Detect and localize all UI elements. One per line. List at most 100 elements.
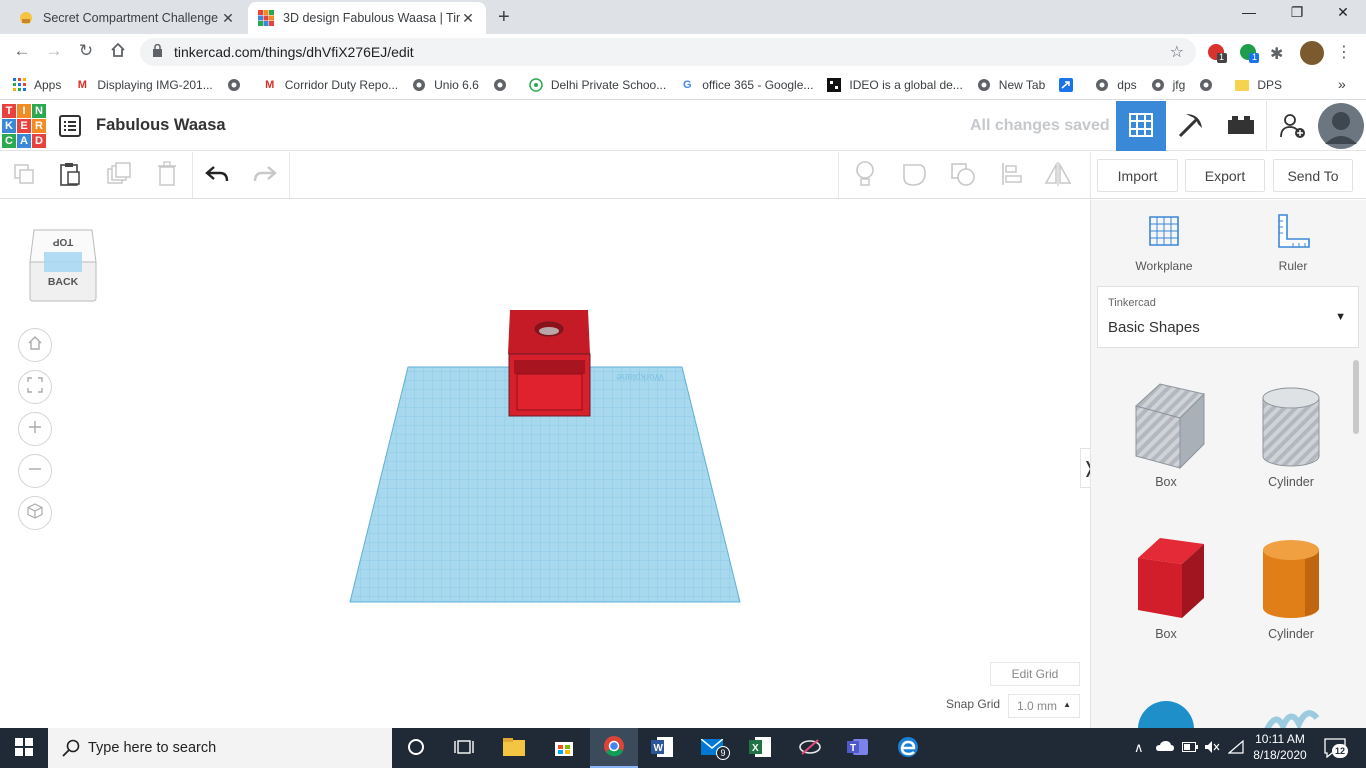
bookmark-ideo[interactable]: IDEO is a global de...	[827, 77, 963, 92]
import-button[interactable]: Import	[1097, 159, 1178, 192]
chrome-menu-icon[interactable]: ⋮	[1336, 42, 1352, 62]
back-icon[interactable]: ←	[10, 41, 34, 63]
shape-cylinder-solid[interactable]: Cylinder	[1241, 534, 1341, 641]
show-hidden-icons-button[interactable]: ∧	[1134, 740, 1144, 756]
bookmark-globe[interactable]	[493, 78, 515, 92]
close-window-button[interactable]: ✕	[1320, 4, 1366, 28]
ruler-tool[interactable]: Ruler	[1253, 212, 1333, 273]
workplane-watermark: Workplane	[616, 371, 664, 382]
tab-tinkercad-design[interactable]: 3D design Fabulous Waasa | Tink ✕	[248, 2, 486, 34]
volume-muted-icon[interactable]	[1204, 740, 1220, 757]
store-button[interactable]	[540, 728, 588, 768]
paste-button[interactable]	[55, 160, 85, 190]
extension-red-icon[interactable]: 1	[1206, 42, 1228, 64]
ungroup-button[interactable]	[948, 160, 978, 190]
edit-grid-button[interactable]: Edit Grid	[990, 662, 1080, 686]
shape-box-solid[interactable]: Box	[1116, 534, 1216, 641]
edge-button[interactable]	[884, 728, 932, 768]
bookmark-new-tab[interactable]: New Tab	[977, 78, 1045, 92]
bookmark-globe[interactable]	[1199, 78, 1221, 92]
tab-secret-compartment[interactable]: Secret Compartment Challenge - ✕	[8, 2, 246, 34]
cortana-button[interactable]	[392, 728, 440, 768]
wifi-icon[interactable]	[1227, 739, 1244, 757]
design-title[interactable]: Fabulous Waasa	[96, 116, 226, 135]
align-button[interactable]	[997, 160, 1027, 190]
duplicate-button[interactable]	[104, 160, 134, 190]
bookmark-arrow[interactable]	[1059, 77, 1081, 92]
onedrive-icon[interactable]	[1156, 740, 1174, 755]
delete-button[interactable]	[152, 160, 182, 190]
design-list-icon[interactable]	[58, 114, 82, 141]
tinkercad-favicon-icon	[258, 10, 274, 26]
shapes-panel: Workplane Ruler Tinkercad Basic Shapes ▼…	[1090, 200, 1366, 728]
bookmark-dps-folder[interactable]: DPS	[1235, 78, 1282, 92]
taskbar-clock[interactable]: 10:11 AM 8/18/2020	[1250, 731, 1310, 763]
workplane-tool[interactable]: Workplane	[1124, 212, 1204, 273]
taskbar-search[interactable]: Type here to search	[48, 728, 392, 768]
profile-avatar[interactable]	[1300, 41, 1324, 65]
forward-icon[interactable]: →	[42, 41, 66, 63]
workplane-viewport[interactable]: TOP BACK Workplane Edit Grid Snap Grid 1…	[0, 200, 1098, 728]
shape-box-hole[interactable]: Box	[1116, 382, 1216, 489]
blocks-view-button[interactable]	[1166, 101, 1216, 151]
red-box-shape[interactable]	[508, 310, 591, 417]
notifications-button[interactable]: 12	[1324, 738, 1348, 759]
extensions-puzzle-icon[interactable]: ✱	[1270, 44, 1283, 64]
trash-icon	[156, 160, 178, 190]
file-explorer-button[interactable]	[490, 728, 538, 768]
bookmark-label: Unio 6.6	[434, 77, 479, 92]
bookmark-corridor-duty[interactable]: M Corridor Duty Repo...	[263, 78, 398, 92]
chrome-taskbar-button[interactable]	[590, 728, 638, 768]
mail-button[interactable]: 9	[688, 728, 736, 768]
bookmark-unio[interactable]: Unio 6.6	[412, 78, 479, 92]
maximize-button[interactable]: ❐	[1274, 4, 1320, 28]
teams-button[interactable]: T	[834, 728, 882, 768]
snap-grid-select[interactable]: 1.0 mm ▲	[1008, 694, 1080, 718]
home-icon[interactable]	[106, 41, 130, 63]
bookmarks-overflow-button[interactable]: »	[1338, 76, 1346, 92]
bookmark-dps-lower[interactable]: dps	[1095, 78, 1137, 92]
user-avatar[interactable]	[1316, 101, 1366, 151]
url-omnibox[interactable]: tinkercad.com/things/dhVfiX276EJ/edit ☆	[140, 38, 1196, 66]
3d-view-button[interactable]	[1116, 101, 1166, 151]
battery-icon[interactable]	[1182, 740, 1198, 755]
word-button[interactable]: W	[638, 728, 686, 768]
excel-button[interactable]: X	[736, 728, 784, 768]
shape-cylinder-hole[interactable]: Cylinder	[1241, 382, 1341, 489]
task-view-button[interactable]	[440, 728, 488, 768]
export-button[interactable]: Export	[1185, 159, 1265, 192]
tinkercad-logo[interactable]: T I N K E R C A D	[2, 104, 46, 148]
redo-button[interactable]	[250, 160, 280, 190]
bookmark-displaying-img[interactable]: M Displaying IMG-201...	[75, 78, 213, 92]
bookmark-globe[interactable]	[227, 78, 249, 92]
bookmark-delhi-private[interactable]: Delhi Private Schoo...	[529, 78, 666, 92]
shape-sphere-partial[interactable]	[1137, 700, 1195, 728]
bookmark-apps[interactable]: Apps	[12, 78, 61, 92]
bricks-view-button[interactable]	[1216, 101, 1266, 151]
send-to-button[interactable]: Send To	[1273, 159, 1353, 192]
save-status: All changes saved	[970, 117, 1110, 134]
close-tab-icon[interactable]: ✕	[220, 10, 236, 27]
shape-scribble-partial[interactable]	[1261, 706, 1321, 728]
shape-library-dropdown[interactable]: Tinkercad Basic Shapes ▼	[1097, 286, 1359, 348]
copy-button[interactable]	[9, 160, 39, 190]
start-button[interactable]	[0, 728, 48, 768]
bookmark-office365[interactable]: G office 365 - Google...	[680, 78, 813, 92]
group-button[interactable]	[899, 160, 929, 190]
extension-green-icon[interactable]: 1	[1238, 42, 1260, 64]
bookmark-jfg[interactable]: jfg	[1151, 78, 1185, 92]
close-tab-icon[interactable]: ✕	[460, 10, 476, 27]
invite-user-button[interactable]	[1266, 101, 1316, 151]
mirror-button[interactable]	[1043, 160, 1073, 190]
add-user-icon	[1278, 111, 1306, 142]
new-tab-button[interactable]: +	[498, 6, 510, 29]
bookmark-star-icon[interactable]: ☆	[1170, 42, 1184, 62]
workplane-scene[interactable]: Workplane	[0, 200, 1090, 728]
panel-scrollbar[interactable]	[1353, 360, 1359, 434]
notes-button[interactable]	[850, 160, 880, 190]
grid-view-icon	[1128, 112, 1154, 141]
reload-icon[interactable]: ↻	[74, 41, 98, 63]
undo-button[interactable]	[202, 160, 232, 190]
minimize-button[interactable]: —	[1226, 4, 1272, 28]
snipping-tool-button[interactable]	[786, 728, 834, 768]
